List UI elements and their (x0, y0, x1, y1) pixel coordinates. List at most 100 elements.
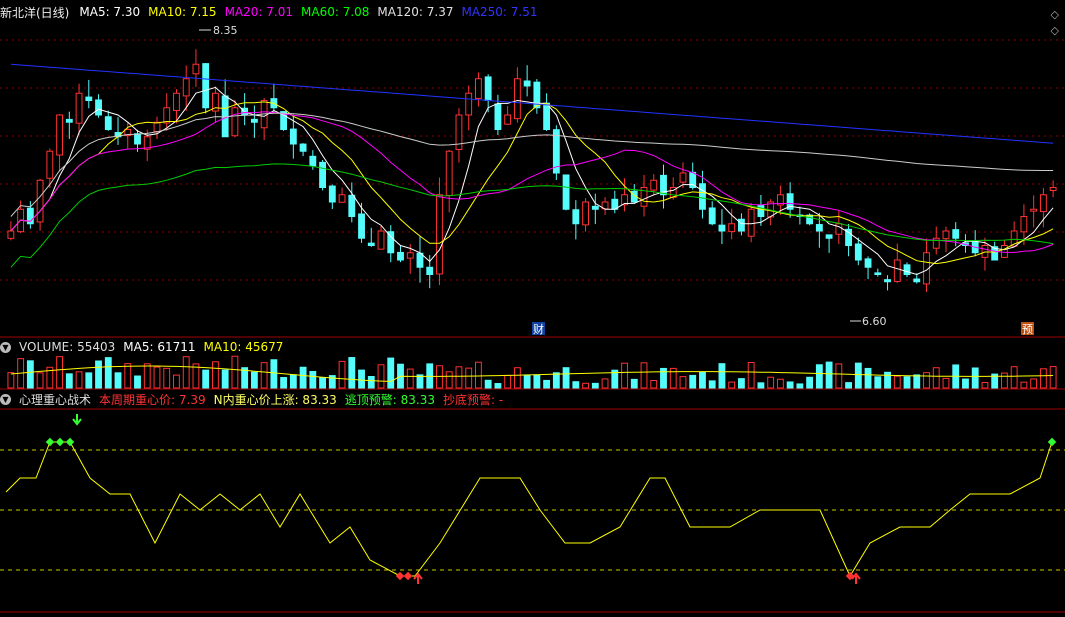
bottom-warning-marker (395, 571, 405, 581)
candle-body (942, 230, 950, 240)
candle-body (426, 266, 434, 275)
volume-bar (796, 383, 804, 389)
candle-body (289, 128, 297, 145)
candle-body (825, 234, 833, 239)
volume-bar (445, 371, 453, 389)
candle-body (591, 205, 599, 210)
candle-body (874, 272, 882, 276)
volume-bar (124, 363, 132, 389)
volume-bar (962, 378, 969, 389)
candle-body (173, 92, 180, 111)
volume-bar (591, 382, 599, 389)
candle-body (815, 224, 823, 232)
volume-bar (728, 381, 736, 389)
volume-bar (387, 357, 395, 389)
volume-bar (679, 376, 687, 389)
volume-bar (582, 382, 589, 389)
candle-body (893, 259, 901, 282)
volume-bar (1001, 372, 1008, 389)
candle-body (56, 114, 63, 156)
volume-bar (543, 379, 551, 389)
volume-bar (26, 360, 34, 389)
volume-bar (153, 366, 161, 389)
candle-body (75, 92, 83, 124)
ma10-line (10, 101, 1054, 265)
volume-bar (494, 383, 502, 389)
volume-bar (835, 363, 843, 389)
top-warning-marker (1047, 437, 1057, 447)
volume-bar (173, 374, 180, 389)
candle-body (1001, 245, 1008, 258)
candle-body (543, 102, 551, 130)
candle-body (85, 96, 93, 101)
candle-body (406, 252, 414, 259)
volume-bar (552, 372, 560, 389)
volume-bar (630, 378, 638, 389)
volume-bar (640, 362, 648, 389)
top-warning-marker (45, 437, 55, 447)
candle-body (299, 143, 307, 152)
candle-body (718, 224, 726, 232)
volume-bar (56, 356, 63, 389)
volume-bar (1039, 368, 1047, 389)
candle-body (864, 258, 872, 268)
top-warning-marker (55, 437, 65, 447)
candle-body (513, 78, 521, 120)
volume-bar (163, 367, 171, 389)
volume-bar (104, 357, 112, 389)
volume-bar (923, 372, 930, 389)
candle-body (572, 209, 580, 225)
stock-chart[interactable]: 8.35 6.60 财 预 (0, 0, 1065, 617)
down-arrow-icon (72, 414, 82, 426)
candle-body (250, 118, 258, 123)
volume-bar (377, 364, 385, 389)
volume-bar (845, 382, 852, 389)
volume-bar (815, 364, 823, 389)
candle-body (952, 229, 960, 239)
volume-bar (864, 367, 872, 389)
candle-body (309, 155, 317, 167)
candle-body (231, 107, 239, 137)
candle-body (397, 251, 404, 261)
volume-bar (884, 371, 891, 389)
volume-bar (95, 360, 102, 389)
candle-body (367, 242, 375, 246)
candle-body (338, 194, 346, 203)
candle-body (104, 116, 112, 130)
volume-bar (299, 366, 307, 389)
volume-bar (348, 357, 356, 389)
volume-bar (747, 361, 755, 389)
volume-bar (523, 374, 531, 389)
volume-bar (689, 374, 697, 389)
forecast-marker-text: 预 (1022, 323, 1033, 336)
low-price-label: 6.60 (862, 315, 887, 328)
candle-body (36, 179, 44, 223)
candle-body (202, 63, 210, 109)
candle-body (65, 118, 73, 123)
volume-bar (562, 367, 570, 389)
candle-body (163, 107, 171, 124)
volume-bar (358, 369, 365, 389)
volume-bar (1030, 378, 1038, 389)
candle-body (445, 150, 453, 196)
volume-bar (114, 372, 122, 389)
volume-bar (513, 367, 521, 389)
candle-body (728, 223, 736, 233)
volume-bar (903, 376, 911, 389)
volume-bar (75, 371, 83, 389)
ma60-line (10, 163, 1054, 268)
candle-body (738, 218, 745, 232)
volume-bar (1049, 366, 1057, 389)
volume-bar (221, 369, 229, 389)
volume-bar (260, 362, 268, 389)
indicator-line (5, 441, 1053, 578)
ma120-line (10, 112, 1054, 217)
volume-bar (7, 372, 15, 389)
volume-bar (932, 367, 940, 389)
volume-bar (484, 379, 492, 389)
volume-bar (309, 370, 317, 389)
volume-bar (250, 371, 258, 389)
volume-bar (708, 380, 716, 389)
candle-body (475, 78, 482, 99)
candle-body (1049, 187, 1057, 191)
